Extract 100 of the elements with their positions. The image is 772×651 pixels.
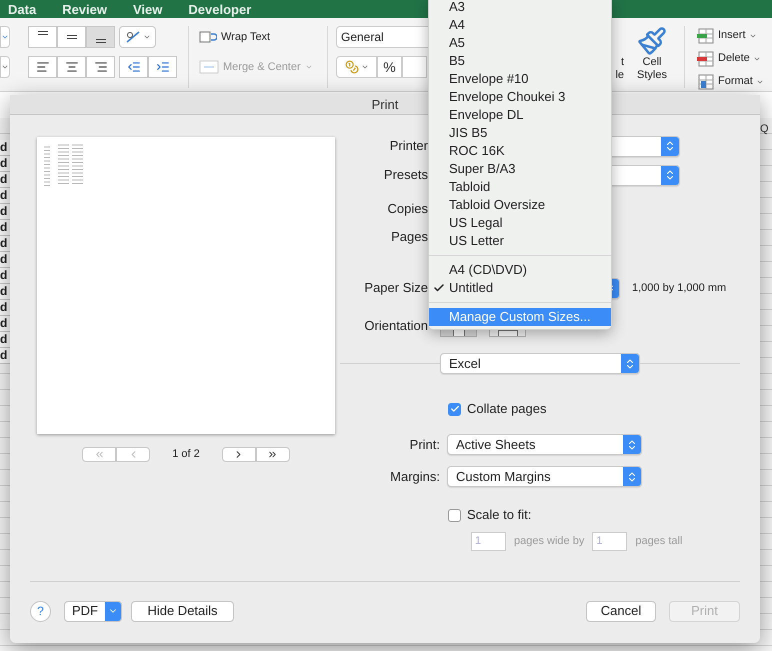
table-cell: d xyxy=(0,332,10,348)
menu-item[interactable]: A3 xyxy=(429,0,611,16)
align-lines-icon xyxy=(96,39,106,43)
last-page-button[interactable] xyxy=(256,446,290,462)
stepper-icon xyxy=(664,169,676,181)
checkbox[interactable] xyxy=(448,508,461,522)
align-icon xyxy=(36,60,50,74)
margins-popup[interactable]: Custom Margins xyxy=(447,466,642,487)
menu-item[interactable]: JIS B5 xyxy=(429,124,611,142)
wrap-text-icon xyxy=(199,30,217,44)
print-label: Print: xyxy=(408,436,440,454)
stepper-icon xyxy=(626,438,638,450)
align-button[interactable] xyxy=(86,56,115,78)
printer-label: Printer xyxy=(388,137,428,156)
align-lines-icon xyxy=(66,35,76,39)
format-table-label: t xyxy=(620,56,624,69)
margins-label: Margins: xyxy=(389,468,440,486)
pages-wide-label: pages wide by xyxy=(514,534,584,550)
stepper-icon xyxy=(624,358,636,370)
section-popup[interactable]: Excel xyxy=(440,353,640,374)
table-cell: d xyxy=(0,300,10,316)
menu-item[interactable]: Tabloid Oversize xyxy=(429,196,611,214)
comma-button[interactable] xyxy=(402,56,427,78)
stepper-icon xyxy=(664,140,676,152)
menu-item[interactable]: Tabloid xyxy=(429,178,611,196)
menu-item[interactable]: A4 (CD\DVD) xyxy=(429,261,611,279)
table-cell: d xyxy=(0,172,10,188)
double-left-icon xyxy=(94,448,105,460)
menu-item[interactable]: Envelope Choukei 3 xyxy=(429,88,611,106)
pages-tall-label: pages tall xyxy=(635,534,682,550)
vertical-align-button[interactable] xyxy=(57,26,86,48)
menu-item[interactable]: Super B/A3 xyxy=(429,160,611,178)
align-lines-icon xyxy=(38,31,48,35)
caret-icon xyxy=(304,63,313,71)
table-grid-icon xyxy=(695,28,715,44)
ribbon-tab[interactable]: Data xyxy=(8,2,36,16)
paintbrush-icon xyxy=(637,26,667,56)
indent-button[interactable] xyxy=(148,56,177,78)
text-orientation-button[interactable] xyxy=(119,26,156,48)
cell-styles-button[interactable]: Cell Styles xyxy=(637,26,667,82)
double-right-icon xyxy=(267,448,278,460)
ribbon-tab[interactable]: View xyxy=(133,2,162,16)
align-button[interactable] xyxy=(28,56,57,78)
table-cell: d xyxy=(0,268,10,284)
copies-label: Copies xyxy=(386,200,428,218)
ribbon-tab[interactable]: Developer xyxy=(188,2,252,16)
caret-icon xyxy=(1,33,9,41)
vertical-align-button[interactable] xyxy=(86,26,115,48)
cells-button[interactable]: Format xyxy=(695,72,764,91)
menu-item[interactable]: ROC 16K xyxy=(429,142,611,160)
page-indicator: 1 of 2 xyxy=(172,447,200,462)
column-header: Q xyxy=(760,122,769,137)
table-grid-icon xyxy=(695,50,715,66)
menu-item[interactable]: US Letter xyxy=(429,232,611,250)
angled-text-icon xyxy=(124,30,140,44)
menu-item[interactable]: Envelope #10 xyxy=(429,70,611,88)
menu-item[interactable]: Envelope DL xyxy=(429,106,611,124)
percent-button[interactable]: % xyxy=(377,56,402,78)
check-icon xyxy=(450,404,460,414)
indent-button[interactable] xyxy=(119,56,148,78)
menu-item[interactable]: B5 xyxy=(429,52,611,70)
table-cell: d xyxy=(0,156,10,172)
check-icon xyxy=(433,282,445,294)
hide-details-button[interactable]: Hide Details xyxy=(131,600,234,622)
format-table-label: le xyxy=(615,69,624,82)
table-cell: d xyxy=(0,140,10,156)
align-icon xyxy=(64,60,78,74)
table-cell: d xyxy=(0,316,10,332)
collate-label: Collate pages xyxy=(467,400,546,418)
table-cell: d xyxy=(0,348,10,364)
align-button[interactable] xyxy=(57,56,86,78)
pages-label: Pages xyxy=(390,228,428,246)
indent-icon xyxy=(156,60,170,74)
caret-icon xyxy=(1,63,9,71)
cancel-button[interactable]: Cancel xyxy=(586,600,656,622)
checkbox[interactable] xyxy=(448,402,461,416)
indent-icon xyxy=(126,60,140,74)
print-popup[interactable]: Active Sheets xyxy=(447,434,642,455)
menu-item[interactable]: US Legal xyxy=(429,214,611,232)
table-cell: d xyxy=(0,284,10,300)
scale-to-fit-label: Scale to fit: xyxy=(467,506,532,524)
paper-size-label: Paper Size xyxy=(363,279,428,298)
window-title: Print xyxy=(372,96,398,114)
currency-button[interactable] xyxy=(336,56,377,78)
menu-item[interactable]: Untitled xyxy=(429,279,611,297)
table-cell: d xyxy=(0,252,10,268)
cells-button[interactable]: Insert xyxy=(695,26,764,45)
table-cell: d xyxy=(0,188,10,204)
wrap-text-button[interactable]: Wrap Text xyxy=(199,26,327,48)
caret-icon xyxy=(142,33,150,41)
help-button[interactable]: ? xyxy=(30,600,51,622)
paper-size-detail: 1,000 by 1,000 mm xyxy=(632,280,726,296)
cells-button[interactable]: Delete xyxy=(695,49,764,68)
table-cell: d xyxy=(0,220,10,236)
pdf-button[interactable]: PDF xyxy=(64,600,122,622)
merge-cells-icon xyxy=(199,60,219,74)
orientation-label: Orientation xyxy=(363,317,428,336)
table-cell: d xyxy=(0,204,10,220)
vertical-align-button[interactable] xyxy=(28,26,57,48)
ribbon-tab[interactable]: Review xyxy=(62,2,107,16)
